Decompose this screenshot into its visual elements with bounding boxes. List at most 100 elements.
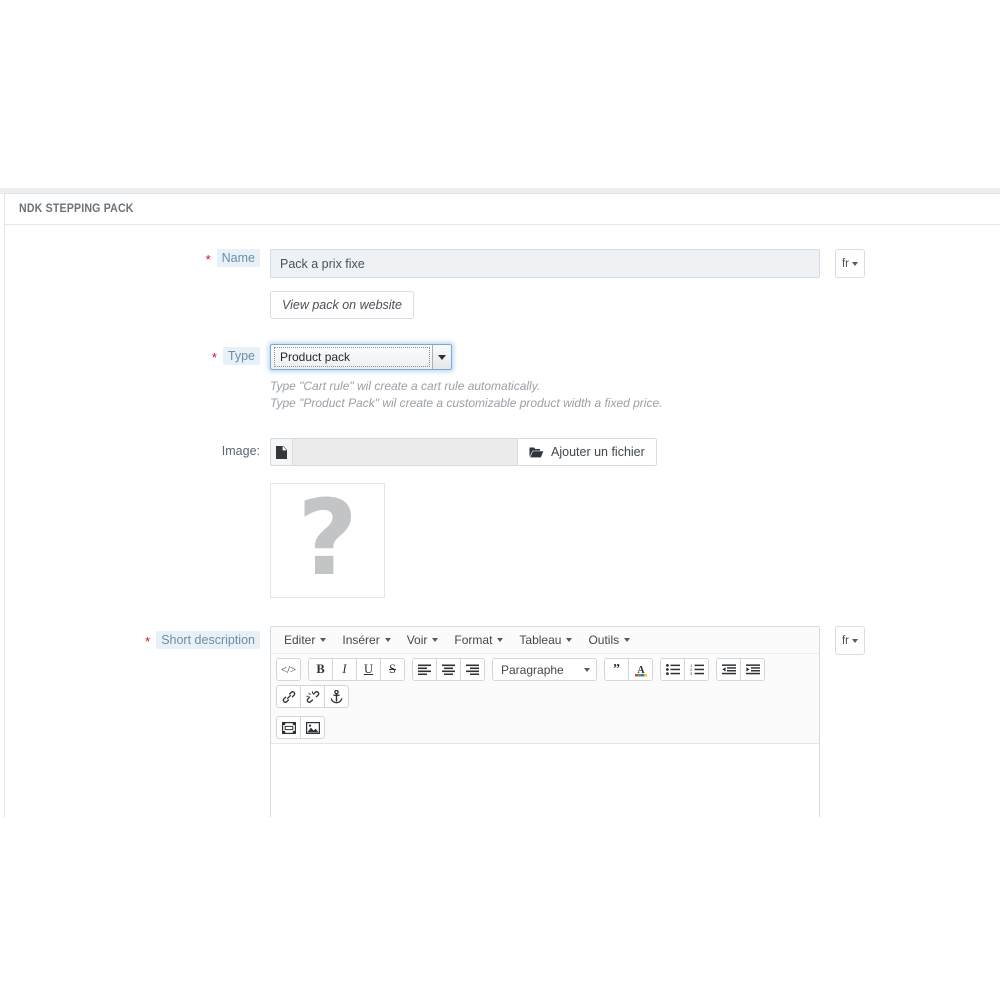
screenshot-root: NDK STEPPING PACK * Name fr xyxy=(0,0,1000,1000)
align-right-icon[interactable] xyxy=(460,658,485,681)
toolbar-group-lists: 123 xyxy=(660,658,709,681)
form-row-name: * Name fr xyxy=(5,225,1000,278)
image-file-group: Ajouter un fichier xyxy=(270,438,657,466)
chevron-down-icon xyxy=(852,261,859,266)
chevron-down-icon xyxy=(584,667,590,672)
toolbar-group-format-select: Paragraphe xyxy=(492,658,597,681)
menu-item-outils-label: Outils xyxy=(588,633,620,647)
form-row-short-description: * Short description Editer Insérer Voir … xyxy=(5,598,1000,817)
image-preview-placeholder: ? xyxy=(270,483,385,598)
image-label: Image: xyxy=(221,444,260,458)
editor-menubar: Editer Insérer Voir Format Tableau Outil… xyxy=(271,627,819,654)
menu-item-tableau-label: Tableau xyxy=(519,633,562,647)
view-pack-on-website-button[interactable]: View pack on website xyxy=(270,291,414,319)
form-row-view-pack: View pack on website xyxy=(5,278,1000,319)
panel-header: NDK STEPPING PACK xyxy=(5,194,1000,225)
type-helper-line-2: Type "Product Pack" wil create a customi… xyxy=(270,396,663,410)
toolbar-group-align xyxy=(412,658,485,681)
source-code-icon[interactable]: </> xyxy=(276,658,301,681)
toolbar-group-formatting: B I U S xyxy=(308,658,405,681)
name-language-dropdown[interactable]: fr xyxy=(835,249,865,278)
bold-icon[interactable]: B xyxy=(308,658,333,681)
paragraph-format-value: Paragraphe xyxy=(501,662,564,677)
menu-item-voir-label: Voir xyxy=(406,633,428,647)
menu-item-tableau[interactable]: Tableau xyxy=(512,630,579,650)
short-description-label: Short description xyxy=(156,631,260,649)
svg-text:3: 3 xyxy=(690,671,693,675)
menu-item-editer[interactable]: Editer xyxy=(277,630,333,650)
page-title: NDK STEPPING PACK xyxy=(19,203,134,215)
type-select-arrow[interactable] xyxy=(432,345,451,369)
text-color-icon[interactable]: A xyxy=(628,658,653,681)
short-description-language-dropdown[interactable]: fr xyxy=(835,626,865,655)
short-description-editor: Editer Insérer Voir Format Tableau Outil… xyxy=(270,626,820,817)
file-icon-glyph xyxy=(276,445,287,459)
name-language-label: fr xyxy=(841,257,850,270)
menu-item-inserer-label: Insérer xyxy=(342,633,380,647)
form-row-type: * Type Product pack Type "Cart rule" wil… xyxy=(5,319,1000,412)
paragraph-format-select[interactable]: Paragraphe xyxy=(492,658,597,681)
name-label-col: * Name xyxy=(5,249,270,267)
chevron-down-icon xyxy=(852,638,859,643)
menu-item-voir[interactable]: Voir xyxy=(400,630,446,650)
toolbar-group-quote-color: ” A xyxy=(604,658,653,681)
editor-toolbar: </> B I U S Paragraphe ” A 1 2 3 xyxy=(271,654,819,744)
file-icon xyxy=(270,438,292,466)
align-left-icon[interactable] xyxy=(412,658,437,681)
type-field-col: Product pack Type "Cart rule" wil create… xyxy=(270,344,1000,412)
type-helper-line-1: Type "Cart rule" wil create a cart rule … xyxy=(270,379,541,393)
panel-body: * Name fr View pack on website xyxy=(5,225,1000,817)
form-row-image: Image: Ajouter un fichier ? xyxy=(5,412,1000,598)
required-asterisk: * xyxy=(205,251,211,267)
chevron-down-icon xyxy=(320,638,327,642)
short-description-content-area[interactable] xyxy=(271,744,819,817)
chevron-down-icon xyxy=(438,354,446,360)
short-description-field-col: Editer Insérer Voir Format Tableau Outil… xyxy=(270,626,1000,817)
image-field-col: Ajouter un fichier ? xyxy=(270,438,1000,598)
image-file-input[interactable] xyxy=(292,438,518,466)
chevron-down-icon xyxy=(566,638,573,642)
link-icon[interactable] xyxy=(276,685,301,708)
question-mark-icon: ? xyxy=(297,476,358,599)
chevron-down-icon xyxy=(384,638,391,642)
menu-item-format[interactable]: Format xyxy=(447,630,510,650)
italic-icon[interactable]: I xyxy=(332,658,357,681)
chevron-down-icon xyxy=(497,638,504,642)
image-label-col: Image: xyxy=(5,438,270,460)
indent-icon[interactable] xyxy=(740,658,765,681)
toolbar-group-source: </> xyxy=(276,658,301,681)
type-label: Type xyxy=(222,347,260,365)
type-select-value: Product pack xyxy=(274,347,430,367)
pack-form-panel: NDK STEPPING PACK * Name fr xyxy=(4,193,1000,817)
toolbar-group-links xyxy=(276,685,349,708)
strikethrough-icon[interactable]: S xyxy=(380,658,405,681)
toolbar-group-media xyxy=(276,716,325,739)
outdent-icon[interactable] xyxy=(716,658,741,681)
unlink-icon[interactable] xyxy=(300,685,325,708)
menu-item-inserer[interactable]: Insérer xyxy=(335,630,397,650)
view-pack-field-col: View pack on website xyxy=(270,291,1000,319)
chevron-down-icon xyxy=(432,638,439,642)
menu-item-format-label: Format xyxy=(454,633,493,647)
folder-open-icon xyxy=(529,447,544,458)
name-field-col: fr xyxy=(270,249,1000,278)
type-select[interactable]: Product pack xyxy=(270,344,452,370)
required-asterisk: * xyxy=(211,349,217,365)
anchor-icon[interactable] xyxy=(324,685,349,708)
align-center-icon[interactable] xyxy=(436,658,461,681)
underline-icon[interactable]: U xyxy=(356,658,381,681)
name-input[interactable] xyxy=(270,249,820,278)
chevron-down-icon xyxy=(624,638,631,642)
blockquote-icon[interactable]: ” xyxy=(604,658,629,681)
add-file-button-label: Ajouter un fichier xyxy=(551,445,645,459)
short-description-language-label: fr xyxy=(841,634,850,647)
menu-item-editer-label: Editer xyxy=(284,633,316,647)
media-icon[interactable] xyxy=(276,716,301,739)
bullet-list-icon[interactable] xyxy=(660,658,685,681)
numbered-list-icon[interactable]: 123 xyxy=(684,658,709,681)
name-label: Name xyxy=(216,249,260,267)
menu-item-outils[interactable]: Outils xyxy=(581,630,637,650)
required-asterisk: * xyxy=(145,633,151,649)
image-icon[interactable] xyxy=(300,716,325,739)
add-file-button[interactable]: Ajouter un fichier xyxy=(518,438,657,466)
